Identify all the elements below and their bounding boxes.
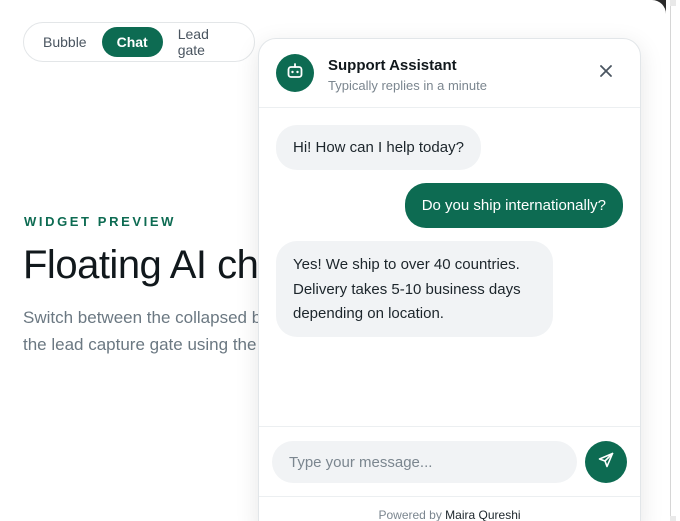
chat-title: Support Assistant xyxy=(328,57,457,74)
page: Bubble Chat Lead gate WIDGET PREVIEW Flo… xyxy=(0,0,666,521)
tab-chat[interactable]: Chat xyxy=(101,27,163,57)
composer xyxy=(259,426,640,496)
chat-widget: Support Assistant Typically replies in a… xyxy=(258,38,641,521)
bot-message: Yes! We ship to over 40 countries. Deliv… xyxy=(276,241,553,337)
page-title: Floating AI cha xyxy=(23,243,281,287)
chat-subtitle: Typically replies in a minute xyxy=(328,78,487,93)
message-line: Delivery takes 5-10 business days xyxy=(293,280,521,298)
assistant-avatar xyxy=(276,54,314,92)
bot-message: Hi! How can I help today? xyxy=(276,125,481,170)
view-mode-tabs: Bubble Chat Lead gate xyxy=(23,22,255,62)
eyebrow-label: WIDGET PREVIEW xyxy=(24,214,176,229)
message-input[interactable] xyxy=(272,441,577,483)
chat-header: Support Assistant Typically replies in a… xyxy=(259,39,640,108)
tab-bubble[interactable]: Bubble xyxy=(28,27,102,57)
send-button[interactable] xyxy=(585,441,627,483)
message-line: depending on location. xyxy=(293,305,444,322)
send-icon xyxy=(598,452,614,473)
footer-prefix: Powered by xyxy=(378,508,446,521)
powered-by: Powered by Maira Qureshi xyxy=(259,496,640,521)
scrollbar-thumb[interactable] xyxy=(670,6,676,516)
scrollbar[interactable] xyxy=(666,0,680,521)
robot-icon xyxy=(286,62,304,85)
close-button[interactable] xyxy=(597,64,615,82)
close-icon xyxy=(599,64,613,83)
tab-lead-gate[interactable]: Lead gate xyxy=(163,26,250,58)
user-message: Do you ship internationally? xyxy=(404,183,623,228)
footer-brand: Maira Qureshi xyxy=(445,508,521,521)
message-line: Yes! We ship to over 40 countries. xyxy=(293,256,520,273)
